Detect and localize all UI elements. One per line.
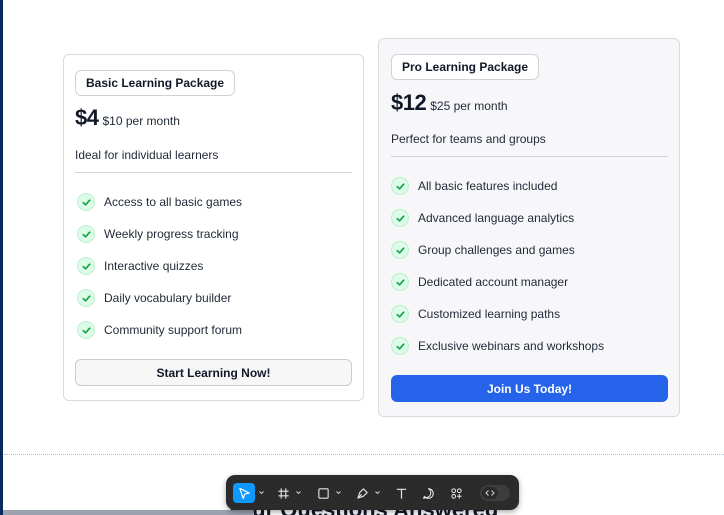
actions-tool-button[interactable]	[447, 483, 465, 503]
check-circle-icon	[77, 321, 95, 339]
feature-label: Interactive quizzes	[104, 259, 204, 273]
join-us-button[interactable]: Join Us Today!	[391, 375, 668, 402]
feature-item: Advanced language analytics	[391, 202, 604, 234]
feature-list: All basic features included Advanced lan…	[391, 170, 604, 362]
design-toolbar	[226, 475, 519, 510]
grid-plus-icon	[450, 487, 462, 499]
feature-item: Access to all basic games	[77, 186, 242, 218]
check-circle-icon	[391, 209, 409, 227]
feature-label: Advanced language analytics	[418, 211, 575, 225]
check-circle-icon	[391, 337, 409, 355]
plan-badge: Basic Learning Package	[75, 70, 236, 96]
feature-item: Community support forum	[77, 314, 242, 346]
feature-item: Customized learning paths	[391, 298, 604, 330]
price-note: $25 per month	[430, 99, 508, 113]
chevron-down-icon[interactable]	[258, 489, 265, 496]
feature-label: Weekly progress tracking	[104, 227, 239, 241]
check-circle-icon	[391, 177, 409, 195]
text-tool-button[interactable]	[392, 483, 410, 503]
feature-item: Interactive quizzes	[77, 250, 242, 282]
feature-item: Daily vocabulary builder	[77, 282, 242, 314]
divider	[391, 156, 668, 157]
feature-label: Group challenges and games	[418, 243, 575, 257]
cursor-arrow-icon	[238, 487, 250, 499]
rectangle-icon	[317, 487, 329, 499]
plan-tagline: Ideal for individual learners	[75, 148, 219, 162]
feature-list: Access to all basic games Weekly progres…	[77, 186, 242, 346]
frame-tool-button[interactable]	[274, 483, 292, 503]
feature-item: All basic features included	[391, 170, 604, 202]
feature-item: Dedicated account manager	[391, 266, 604, 298]
feature-label: Dedicated account manager	[418, 275, 569, 289]
feature-item: Weekly progress tracking	[77, 218, 242, 250]
feature-label: Customized learning paths	[418, 307, 561, 321]
chevron-down-icon[interactable]	[374, 489, 381, 496]
section-divider	[4, 454, 724, 455]
price-amount: $4	[75, 105, 99, 130]
pen-tool-button[interactable]	[353, 483, 371, 503]
hash-frame-icon	[277, 487, 289, 499]
start-learning-button[interactable]: Start Learning Now!	[75, 359, 352, 386]
chevron-down-icon[interactable]	[295, 489, 302, 496]
feature-item: Exclusive webinars and workshops	[391, 330, 604, 362]
plan-badge: Pro Learning Package	[391, 54, 540, 80]
check-circle-icon	[391, 273, 409, 291]
feature-label: Exclusive webinars and workshops	[418, 339, 605, 353]
text-t-icon	[396, 488, 406, 499]
pricing-card-pro: Pro Learning Package $12 $25 per month P…	[378, 38, 680, 417]
plan-tagline: Perfect for teams and groups	[391, 132, 546, 146]
canvas-left-edge	[0, 0, 3, 515]
plan-price: $12 $25 per month	[391, 90, 508, 116]
price-amount: $12	[391, 90, 427, 115]
chevron-down-icon[interactable]	[335, 489, 342, 496]
check-circle-icon	[77, 257, 95, 275]
dev-mode-toggle[interactable]	[480, 485, 510, 501]
check-circle-icon	[77, 289, 95, 307]
check-circle-icon	[77, 225, 95, 243]
pen-nib-icon	[356, 487, 368, 499]
plan-price: $4 $10 per month	[75, 105, 180, 131]
price-note: $10 per month	[102, 114, 180, 128]
comment-tool-button[interactable]	[419, 483, 437, 503]
feature-label: All basic features included	[418, 179, 558, 193]
feature-label: Community support forum	[104, 323, 243, 337]
feature-label: Daily vocabulary builder	[104, 291, 232, 305]
check-circle-icon	[391, 241, 409, 259]
shape-tool-button[interactable]	[314, 483, 332, 503]
pricing-card-basic: Basic Learning Package $4 $10 per month …	[63, 54, 364, 401]
check-circle-icon	[77, 193, 95, 211]
move-tool-button[interactable]	[233, 483, 255, 503]
code-brackets-icon	[482, 487, 498, 499]
comment-bubble-icon	[422, 487, 434, 499]
feature-item: Group challenges and games	[391, 234, 604, 266]
feature-label: Access to all basic games	[104, 195, 243, 209]
divider	[75, 172, 352, 173]
check-circle-icon	[391, 305, 409, 323]
horizontal-scrollbar[interactable]	[3, 510, 253, 515]
